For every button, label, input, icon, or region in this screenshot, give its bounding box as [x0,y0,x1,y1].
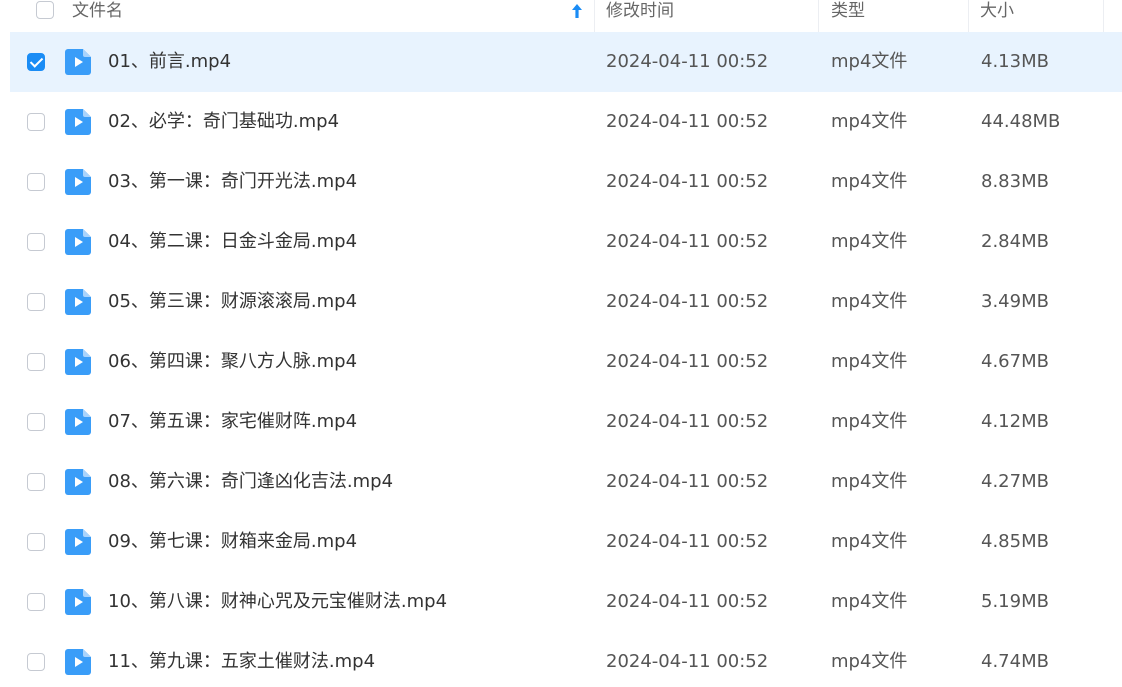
file-modified-time: 2024-04-11 00:52 [606,351,769,372]
file-name[interactable]: 07、第五课：家宅催财阵.mp4 [108,392,357,452]
file-type: mp4文件 [831,351,908,372]
file-type: mp4文件 [831,591,908,612]
file-size: 44.48MB [981,111,1061,132]
file-list-header: 文件名 修改时间 类型 大小 [0,0,1122,32]
video-file-icon [65,649,91,675]
file-size: 4.85MB [981,531,1049,552]
column-header-type[interactable]: 类型 [831,0,865,22]
table-row[interactable]: 07、第五课：家宅催财阵.mp4 2024-04-11 00:52 mp4文件 4.1… [10,392,1122,452]
file-name[interactable]: 11、第九课：五家土催财法.mp4 [108,632,375,687]
file-size: 4.12MB [981,411,1049,432]
table-row[interactable]: 11、第九课：五家土催财法.mp4 2024-04-11 00:52 mp4文件 4.… [10,632,1122,687]
file-type: mp4文件 [831,651,908,672]
column-divider[interactable] [818,0,819,32]
video-file-icon [65,409,91,435]
file-modified-time: 2024-04-11 00:52 [606,411,769,432]
file-type: mp4文件 [831,531,908,552]
file-type: mp4文件 [831,231,908,252]
file-modified-time: 2024-04-11 00:52 [606,591,769,612]
file-modified-time: 2024-04-11 00:52 [606,51,769,72]
column-divider[interactable] [968,0,969,32]
row-checkbox[interactable] [27,593,45,611]
row-checkbox[interactable] [27,353,45,371]
table-row[interactable]: 05、第三课：财源滚滚局.mp4 2024-04-11 00:52 mp4文件 3.4… [10,272,1122,332]
file-modified-time: 2024-04-11 00:52 [606,531,769,552]
file-modified-time: 2024-04-11 00:52 [606,291,769,312]
column-header-modified[interactable]: 修改时间 [606,0,674,22]
file-size: 5.19MB [981,591,1049,612]
file-size: 4.27MB [981,471,1049,492]
video-file-icon [65,469,91,495]
row-checkbox[interactable] [27,653,45,671]
file-name[interactable]: 10、第八课：财神心咒及元宝催财法.mp4 [108,572,447,632]
file-size: 3.49MB [981,291,1049,312]
table-row[interactable]: 06、第四课：聚八方人脉.mp4 2024-04-11 00:52 mp4文件 4.6… [10,332,1122,392]
table-row[interactable]: 04、第二课：日金斗金局.mp4 2024-04-11 00:52 mp4文件 2.8… [10,212,1122,272]
file-name[interactable]: 04、第二课：日金斗金局.mp4 [108,212,357,272]
file-type: mp4文件 [831,291,908,312]
file-type: mp4文件 [831,111,908,132]
row-checkbox[interactable] [27,113,45,131]
file-modified-time: 2024-04-11 00:52 [606,171,769,192]
file-name[interactable]: 01、前言.mp4 [108,32,231,92]
file-type: mp4文件 [831,411,908,432]
video-file-icon [65,289,91,315]
row-checkbox[interactable] [27,173,45,191]
file-modified-time: 2024-04-11 00:52 [606,651,769,672]
file-name[interactable]: 06、第四课：聚八方人脉.mp4 [108,332,357,392]
table-row[interactable]: 08、第六课：奇门逢凶化吉法.mp4 2024-04-11 00:52 mp4文件 4… [10,452,1122,512]
file-size: 2.84MB [981,231,1049,252]
video-file-icon [65,349,91,375]
file-modified-time: 2024-04-11 00:52 [606,471,769,492]
file-size: 4.74MB [981,651,1049,672]
video-file-icon [65,169,91,195]
file-modified-time: 2024-04-11 00:52 [606,231,769,252]
table-row[interactable]: 01、前言.mp4 2024-04-11 00:52 mp4文件 4.13MB [10,32,1122,92]
file-size: 8.83MB [981,171,1049,192]
file-modified-time: 2024-04-11 00:52 [606,111,769,132]
video-file-icon [65,589,91,615]
row-checkbox[interactable] [27,473,45,491]
select-all-checkbox[interactable] [36,1,54,19]
row-checkbox[interactable] [27,233,45,251]
row-checkbox[interactable] [27,293,45,311]
file-list: 文件名 修改时间 类型 大小 01、前言.mp4 2024-04-11 00:52… [0,0,1122,687]
row-checkbox[interactable] [27,413,45,431]
table-row[interactable]: 02、必学：奇门基础功.mp4 2024-04-11 00:52 mp4文件 44.4… [10,92,1122,152]
file-type: mp4文件 [831,171,908,192]
video-file-icon [65,229,91,255]
file-size: 4.67MB [981,351,1049,372]
file-type: mp4文件 [831,51,908,72]
file-name[interactable]: 09、第七课：财箱来金局.mp4 [108,512,357,572]
column-divider[interactable] [1103,0,1104,32]
file-name[interactable]: 02、必学：奇门基础功.mp4 [108,92,339,152]
row-checkbox[interactable] [27,53,45,71]
video-file-icon [65,529,91,555]
table-row[interactable]: 09、第七课：财箱来金局.mp4 2024-04-11 00:52 mp4文件 4.8… [10,512,1122,572]
file-name[interactable]: 08、第六课：奇门逢凶化吉法.mp4 [108,452,393,512]
column-header-size[interactable]: 大小 [980,0,1014,22]
column-divider[interactable] [594,0,595,32]
table-row[interactable]: 10、第八课：财神心咒及元宝催财法.mp4 2024-04-11 00:52 mp4… [10,572,1122,632]
video-file-icon [65,49,91,75]
video-file-icon [65,109,91,135]
row-checkbox[interactable] [27,533,45,551]
column-header-name[interactable]: 文件名 [72,0,123,22]
table-row[interactable]: 03、第一课：奇门开光法.mp4 2024-04-11 00:52 mp4文件 8.8… [10,152,1122,212]
file-type: mp4文件 [831,471,908,492]
file-size: 4.13MB [981,51,1049,72]
file-name[interactable]: 03、第一课：奇门开光法.mp4 [108,152,357,212]
sort-ascending-icon[interactable] [571,3,583,19]
file-name[interactable]: 05、第三课：财源滚滚局.mp4 [108,272,357,332]
